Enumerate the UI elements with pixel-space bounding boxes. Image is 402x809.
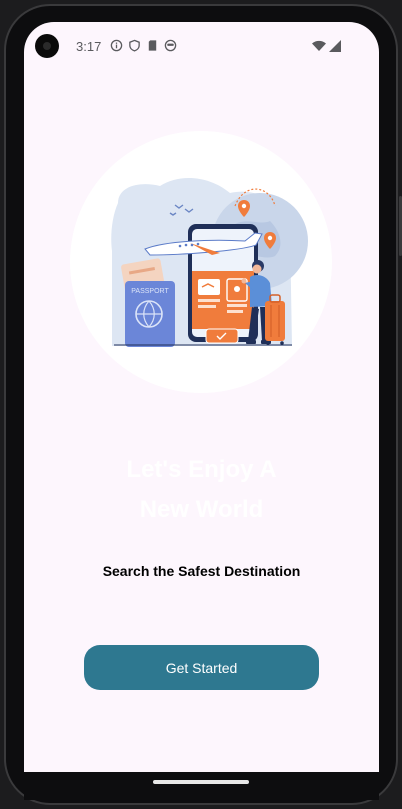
status-icons: [110, 39, 177, 52]
hero-illustration: PASSPORT: [70, 131, 332, 393]
suitcase: [265, 294, 285, 345]
headline-line-1: Let's Enjoy A: [126, 456, 277, 483]
passport-label: PASSPORT: [131, 288, 169, 295]
travel-illustration: PASSPORT: [111, 177, 308, 347]
home-indicator[interactable]: [153, 780, 249, 784]
info-icon: [110, 39, 123, 52]
headline: Let's Enjoy A New World: [24, 450, 379, 530]
face-icon: [164, 39, 177, 52]
navigation-bar: [24, 772, 379, 800]
status-bar: 3:17: [24, 22, 379, 70]
get-started-button[interactable]: Get Started: [84, 645, 319, 690]
app-screen: 3:17 PASSPORT Let's Enjoy A New World Se…: [24, 22, 379, 772]
wifi-icon: [312, 40, 326, 51]
sd-card-icon: [148, 40, 157, 51]
front-camera: [35, 34, 59, 58]
shield-icon: [129, 39, 140, 52]
signal-icon: [329, 40, 341, 52]
check-badge: [205, 328, 239, 344]
headline-line-2: New World: [139, 496, 264, 523]
status-time: 3:17: [76, 39, 102, 54]
network-icons: [312, 40, 341, 52]
subtitle: Search the Safest Destination: [102, 563, 301, 579]
